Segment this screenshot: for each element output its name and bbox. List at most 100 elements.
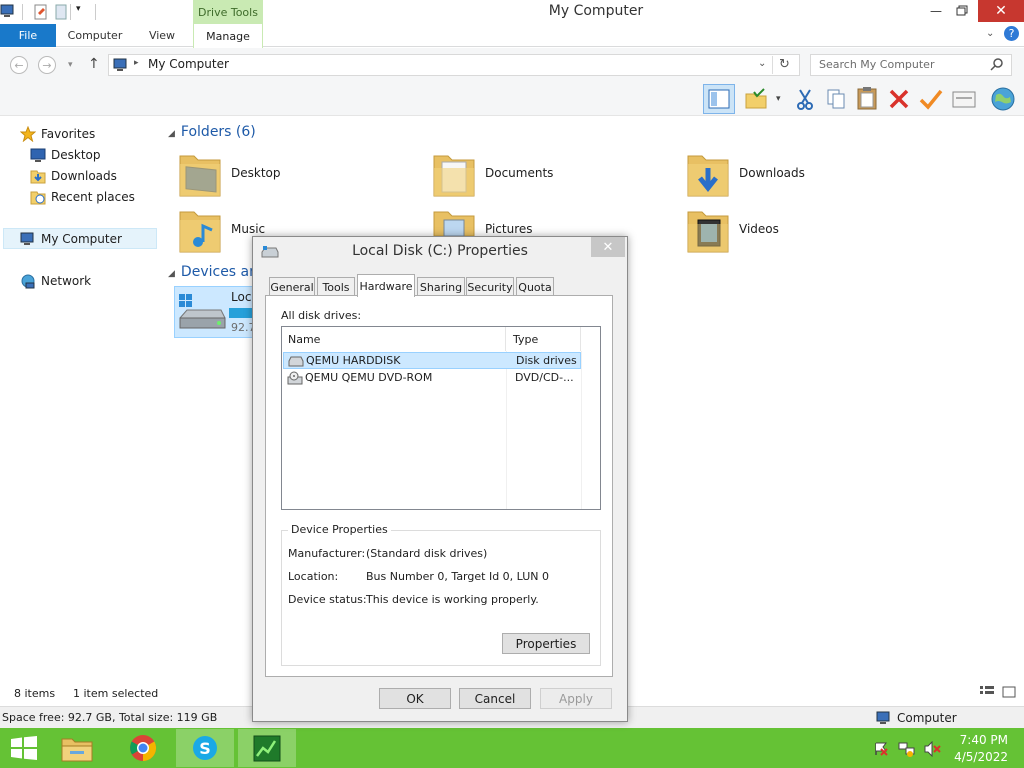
folders-section-header[interactable]: ◢ Folders (6) bbox=[168, 124, 256, 140]
devices-section-header[interactable]: ◢ Devices an bbox=[168, 264, 258, 280]
globe-icon[interactable] bbox=[990, 86, 1016, 112]
tab-sharing[interactable]: Sharing bbox=[417, 277, 465, 296]
dvd-drive-icon bbox=[287, 371, 303, 385]
device-properties-group: Device Properties Manufacturer: (Standar… bbox=[281, 523, 601, 666]
dialog-title-bar[interactable]: Local Disk (C:) Properties ✕ bbox=[253, 237, 627, 267]
tab-security[interactable]: Security bbox=[466, 277, 514, 296]
folder-documents[interactable] bbox=[432, 150, 476, 198]
address-path[interactable]: My Computer bbox=[148, 57, 229, 71]
dialog-close-button[interactable]: ✕ bbox=[591, 237, 625, 257]
new-folder-icon[interactable] bbox=[54, 4, 70, 20]
taskbar-chrome[interactable] bbox=[114, 729, 172, 767]
separator bbox=[22, 4, 23, 20]
disk-drives-list[interactable]: Name Type QEMU HARDDISK Disk drives QEMU… bbox=[281, 326, 601, 510]
refresh-icon[interactable]: ↻ bbox=[779, 57, 790, 72]
rename-check-icon[interactable] bbox=[919, 88, 943, 110]
column-header-type[interactable]: Type bbox=[507, 327, 581, 351]
svg-text:S: S bbox=[199, 739, 211, 758]
hard-disk-icon bbox=[288, 355, 304, 367]
folder-videos[interactable] bbox=[686, 206, 730, 254]
list-item[interactable]: QEMU HARDDISK Disk drives bbox=[283, 352, 581, 369]
volume-muted-icon[interactable] bbox=[923, 741, 941, 757]
forward-button[interactable]: → bbox=[38, 56, 56, 74]
tab-general[interactable]: General bbox=[269, 277, 315, 296]
action-center-icon[interactable] bbox=[873, 741, 889, 757]
separator bbox=[772, 56, 773, 74]
selected-count: 1 item selected bbox=[73, 687, 159, 700]
tab-quota[interactable]: Quota bbox=[516, 277, 554, 296]
drive-type: DVD/CD-... bbox=[515, 371, 574, 384]
separator bbox=[95, 4, 96, 20]
close-button[interactable]: ✕ bbox=[978, 0, 1024, 22]
nav-my-computer-content[interactable]: My Computer bbox=[20, 228, 122, 249]
minimize-ribbon-icon[interactable]: ⌄ bbox=[986, 28, 994, 39]
search-placeholder: Search My Computer bbox=[819, 58, 935, 71]
nav-network-label: Network bbox=[41, 273, 92, 288]
item-count: 8 items bbox=[14, 687, 56, 700]
device-status-value: This device is working properly. bbox=[366, 593, 539, 606]
downloads-icon bbox=[30, 168, 46, 184]
tab-hardware[interactable]: Hardware bbox=[357, 274, 415, 297]
recent-locations-dropdown-icon[interactable]: ▾ bbox=[68, 60, 73, 70]
paste-icon[interactable] bbox=[856, 86, 878, 110]
folder-label-music: Music bbox=[231, 222, 266, 236]
taskbar-file-explorer[interactable] bbox=[48, 729, 106, 767]
properties-window-icon[interactable] bbox=[952, 91, 976, 109]
options-dropdown-icon[interactable]: ▾ bbox=[776, 94, 781, 104]
computer-icon[interactable] bbox=[0, 4, 16, 18]
taskbar-task-manager[interactable] bbox=[238, 729, 296, 767]
cancel-button[interactable]: Cancel bbox=[459, 688, 531, 709]
clock-time[interactable]: 7:40 PM bbox=[958, 733, 1008, 747]
copy-icon[interactable] bbox=[826, 88, 846, 110]
all-disk-drives-label: All disk drives: bbox=[281, 309, 362, 322]
drive-tools-context-label: Drive Tools bbox=[193, 0, 263, 24]
properties-button[interactable]: Properties bbox=[502, 633, 590, 654]
customize-qat-dropdown-icon[interactable]: ▾ bbox=[76, 4, 81, 14]
computer-icon bbox=[876, 711, 892, 725]
folder-options-icon[interactable] bbox=[744, 88, 770, 110]
space-info: Space free: 92.7 GB, Total size: 119 GB bbox=[2, 711, 218, 724]
folder-music[interactable] bbox=[178, 206, 222, 254]
devices-header-label: Devices an bbox=[180, 264, 258, 280]
location-label: Computer bbox=[897, 711, 957, 725]
address-dropdown-icon[interactable]: ⌄ bbox=[758, 58, 766, 69]
help-icon[interactable]: ? bbox=[1004, 26, 1019, 41]
column-header-name[interactable]: Name bbox=[282, 327, 506, 351]
tab-manage[interactable]: Manage bbox=[193, 24, 263, 48]
network-status-icon[interactable] bbox=[898, 741, 916, 757]
nav-recent-places[interactable]: Recent places bbox=[30, 186, 135, 207]
maximize-button[interactable] bbox=[946, 0, 978, 22]
back-button[interactable]: ← bbox=[10, 56, 28, 74]
tab-computer[interactable]: Computer bbox=[58, 24, 132, 47]
nav-favorites[interactable]: Favorites bbox=[20, 123, 95, 144]
tab-view[interactable]: View bbox=[136, 24, 188, 47]
drive-name: QEMU HARDDISK bbox=[306, 354, 401, 367]
nav-desktop[interactable]: Desktop bbox=[30, 144, 101, 165]
nav-network[interactable]: Network bbox=[20, 270, 91, 291]
nav-downloads[interactable]: Downloads bbox=[30, 165, 117, 186]
collapse-chevron-icon: ◢ bbox=[168, 129, 175, 139]
details-view-icon[interactable] bbox=[980, 686, 994, 698]
taskbar-skype[interactable]: S bbox=[176, 729, 234, 767]
folder-downloads[interactable] bbox=[686, 150, 730, 198]
cut-icon[interactable] bbox=[795, 88, 815, 110]
properties-icon[interactable] bbox=[33, 4, 49, 20]
preview-pane-button[interactable] bbox=[703, 84, 735, 114]
start-button[interactable] bbox=[10, 736, 38, 760]
tab-tools[interactable]: Tools bbox=[317, 277, 355, 296]
tab-file[interactable]: File bbox=[0, 24, 56, 47]
delete-icon[interactable] bbox=[888, 88, 910, 110]
up-button[interactable]: ↑ bbox=[88, 56, 100, 72]
folder-desktop[interactable] bbox=[178, 150, 222, 198]
list-item[interactable]: QEMU QEMU DVD-ROM DVD/CD-... bbox=[283, 369, 581, 386]
apply-button[interactable]: Apply bbox=[540, 688, 612, 709]
search-icon[interactable] bbox=[990, 57, 1004, 71]
column-divider bbox=[581, 351, 582, 509]
clock-date[interactable]: 4/5/2022 bbox=[952, 750, 1008, 764]
breadcrumb-chevron-icon[interactable]: ▸ bbox=[134, 58, 139, 68]
large-icons-view-icon[interactable] bbox=[1002, 686, 1016, 698]
folder-label-pictures: Pictures bbox=[485, 222, 533, 236]
manufacturer-label: Manufacturer: bbox=[288, 547, 366, 560]
computer-icon bbox=[20, 232, 36, 246]
ok-button[interactable]: OK bbox=[379, 688, 451, 709]
